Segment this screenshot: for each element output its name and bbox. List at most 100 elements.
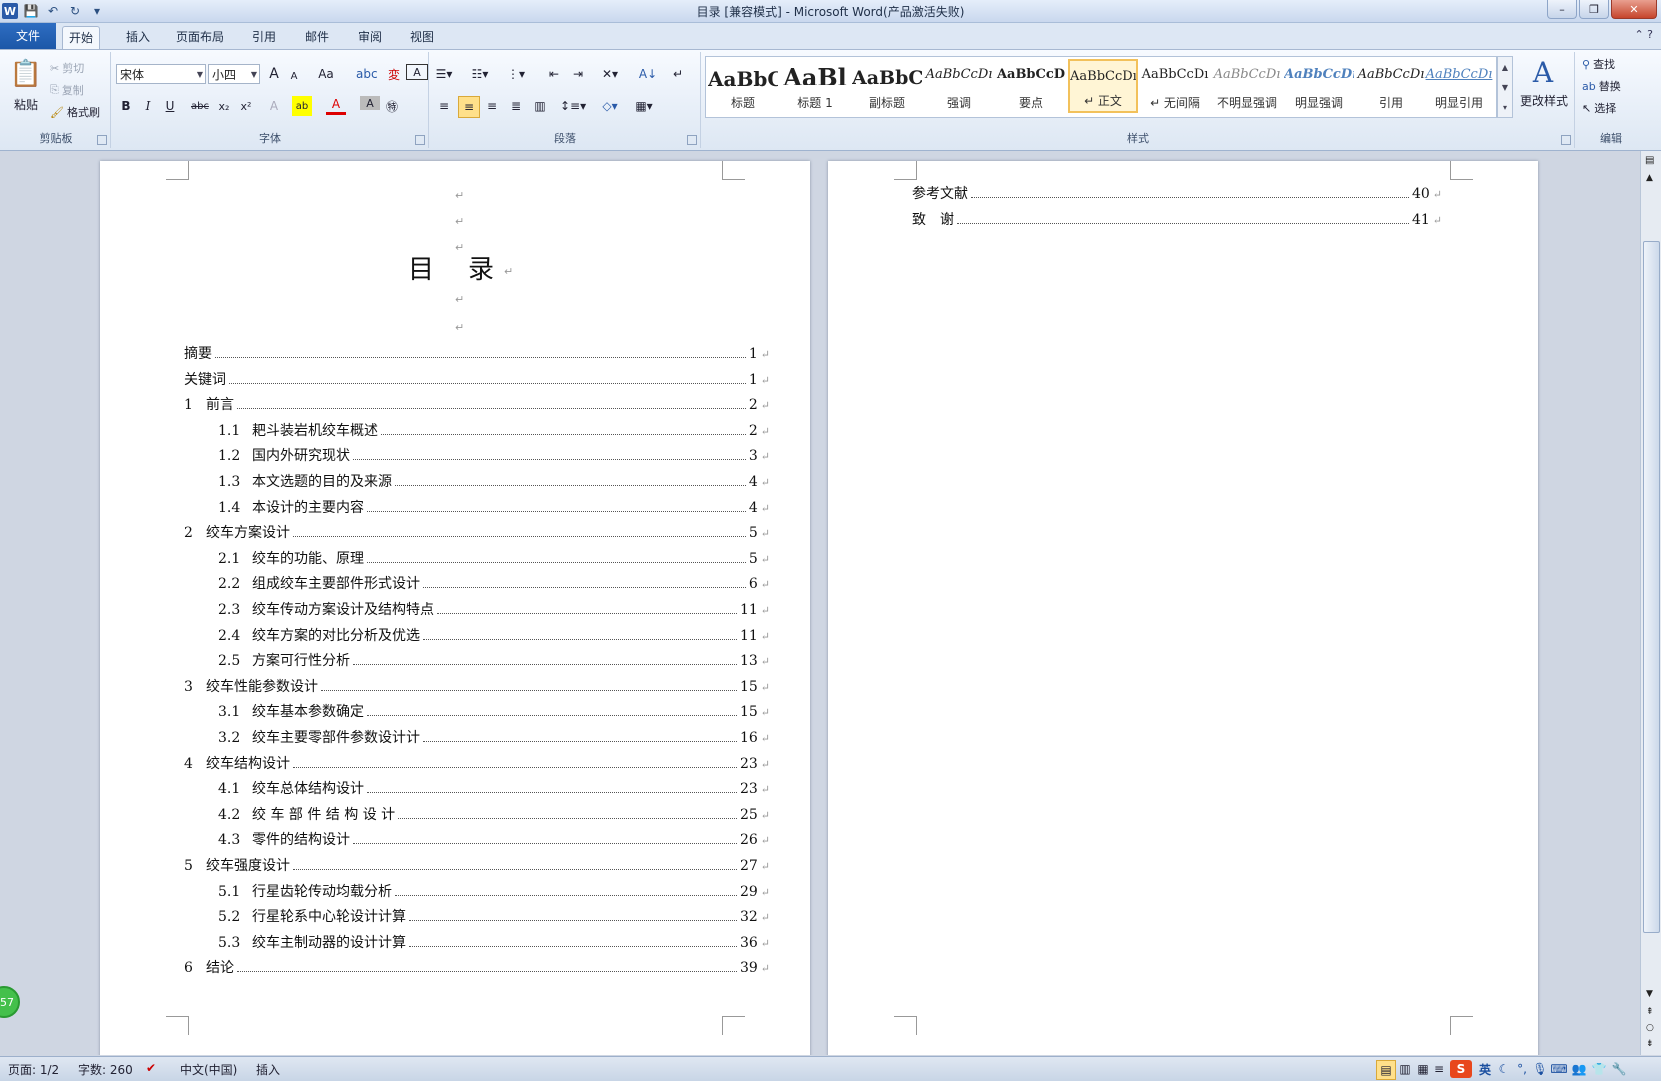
align-center-icon[interactable]: ≡	[458, 96, 480, 118]
style-quote[interactable]: AaBbCcDı 引用	[1356, 59, 1426, 113]
change-case-button[interactable]: Aa	[316, 64, 336, 84]
replace-button[interactable]: ab 替换	[1582, 76, 1621, 96]
paste-button[interactable]: 粘贴	[6, 94, 46, 114]
align-left-icon[interactable]: ≡	[434, 96, 454, 116]
shading-icon[interactable]: ◇▾	[600, 96, 620, 116]
distributed-icon[interactable]: ▥	[530, 96, 550, 116]
font-launcher-icon[interactable]	[415, 135, 425, 145]
word-count[interactable]: 字数: 260	[78, 1061, 133, 1078]
toc-entry[interactable]: 1.3 本文选题的目的及来源 4 ↵	[218, 471, 770, 493]
bold-button[interactable]: B	[116, 96, 136, 116]
tab-file[interactable]: 文件	[0, 23, 56, 49]
paragraph-launcher-icon[interactable]	[687, 135, 697, 145]
shirt-icon[interactable]: 👕	[1590, 1060, 1608, 1078]
toc-entry[interactable]: 2.2 组成绞车主要部件形式设计 6 ↵	[218, 573, 770, 595]
toc-entry[interactable]: 1.2 国内外研究现状 3 ↵	[218, 445, 770, 467]
ruler-toggle-icon[interactable]: ▤	[1645, 155, 1654, 166]
style-emphasis[interactable]: AaBbCcDı 强调	[924, 59, 994, 113]
enclose-char-icon[interactable]: ㊕	[382, 96, 402, 116]
toc-entry[interactable]: 5.1 行星齿轮传动均载分析 29 ↵	[218, 881, 770, 903]
keyboard-icon[interactable]: ⌨	[1550, 1060, 1568, 1078]
toc-entry[interactable]: 5 绞车强度设计 27 ↵	[184, 855, 770, 877]
font-color-icon[interactable]: A	[326, 96, 346, 115]
chinese-layout-icon[interactable]: ✕▾	[600, 64, 620, 84]
tab-mailings[interactable]: 邮件	[299, 26, 335, 48]
scroll-thumb[interactable]	[1643, 241, 1660, 933]
toc-entry[interactable]: 5.2 行星轮系中心轮设计计算 32 ↵	[218, 906, 770, 928]
gallery-more-icon[interactable]: ▾	[1503, 103, 1507, 112]
style-strong[interactable]: AaBbCcD 要点	[996, 59, 1066, 113]
phonetic-icon[interactable]: abc	[356, 64, 378, 84]
reading-layout-icon[interactable]: ▥	[1396, 1060, 1414, 1078]
style-subtle-emphasis[interactable]: AaBbCcDı 不明显强调	[1212, 59, 1282, 113]
toc-entry[interactable]: 5.3 绞车主制动器的设计计算 36 ↵	[218, 932, 770, 954]
proofing-icon[interactable]: ✔	[146, 1061, 156, 1075]
toc-entry[interactable]: 6 结论 39 ↵	[184, 957, 770, 979]
language-indicator[interactable]: 中文(中国)	[180, 1061, 237, 1078]
toc-entry[interactable]: 3.1 绞车基本参数确定 15 ↵	[218, 701, 770, 723]
cut-button[interactable]: ✂ 剪切	[50, 58, 84, 78]
numbering-icon[interactable]: ☷▾	[470, 64, 490, 84]
toc-entry[interactable]: 关键词 1 ↵	[184, 369, 770, 391]
toc-entry[interactable]: 2.1 绞车的功能、原理 5 ↵	[218, 548, 770, 570]
wrench-icon[interactable]: 🔧	[1610, 1060, 1628, 1078]
line-spacing-icon[interactable]: ↕≡▾	[560, 96, 586, 116]
shrink-font-button[interactable]: A	[284, 66, 304, 86]
styles-launcher-icon[interactable]	[1561, 135, 1571, 145]
copy-button[interactable]: ⎘ 复制	[50, 80, 84, 100]
minimize-button[interactable]: –	[1547, 0, 1577, 19]
style-intense-emphasis[interactable]: AaBbCcDı 明显强调	[1284, 59, 1354, 113]
punctuation-icon[interactable]: °,	[1514, 1060, 1530, 1078]
char-border-icon[interactable]: A	[406, 64, 428, 80]
style-subtitle[interactable]: AaBbC(副标题	[852, 59, 922, 113]
moon-icon[interactable]: ☾	[1496, 1060, 1512, 1078]
tab-view[interactable]: 视图	[404, 26, 440, 48]
style-no-spacing[interactable]: AaBbCcDı ↵ 无间隔	[1140, 59, 1210, 113]
increase-indent-icon[interactable]: ⇥	[568, 64, 588, 84]
style-heading-1[interactable]: AaBl 标题 1	[780, 59, 850, 113]
strikethrough-button[interactable]: abc	[190, 96, 210, 116]
toc-entry[interactable]: 3 绞车性能参数设计 15 ↵	[184, 676, 770, 698]
scroll-down-icon[interactable]: ▼	[1502, 83, 1508, 92]
sogou-ime-icon[interactable]: S	[1450, 1060, 1472, 1078]
scroll-up-icon[interactable]: ▲	[1502, 63, 1508, 72]
text-effects-icon[interactable]: A	[264, 96, 284, 116]
subscript-button[interactable]: x₂	[214, 96, 234, 116]
user-icon[interactable]: 👥	[1570, 1060, 1588, 1078]
show-marks-icon[interactable]: ↵	[668, 64, 688, 84]
microphone-icon[interactable]: 🎙	[1532, 1060, 1548, 1078]
page-count[interactable]: 页面: 1/2	[8, 1061, 59, 1078]
align-right-icon[interactable]: ≡	[482, 96, 502, 116]
insert-mode[interactable]: 插入	[256, 1061, 280, 1078]
restore-button[interactable]: ❐	[1579, 0, 1609, 19]
toc-entry[interactable]: 参考文献 40 ↵	[912, 183, 1442, 205]
select-button[interactable]: ↖ 选择	[1582, 98, 1616, 118]
toc-entry[interactable]: 4.3 零件的结构设计 26 ↵	[218, 829, 770, 851]
next-page-icon[interactable]: ⇟	[1646, 1039, 1654, 1049]
vertical-scrollbar[interactable]: ▤ ▲ ▼ ⇞ ○ ⇟	[1640, 151, 1661, 1055]
tab-home[interactable]: 开始	[62, 26, 101, 49]
paste-icon[interactable]: 📋	[8, 56, 44, 92]
decrease-indent-icon[interactable]: ⇤	[544, 64, 564, 84]
browse-object-icon[interactable]: ○	[1646, 1023, 1654, 1033]
justify-icon[interactable]: ≣	[506, 96, 526, 116]
toc-entry[interactable]: 1.4 本设计的主要内容 4 ↵	[218, 497, 770, 519]
style-intense-quote[interactable]: AaBbCcDı 明显引用	[1424, 59, 1494, 113]
toc-entry[interactable]: 4 绞车结构设计 23 ↵	[184, 753, 770, 775]
borders-icon[interactable]: ▦▾	[634, 96, 654, 116]
style-normal[interactable]: AaBbCcDı ↵ 正文	[1068, 59, 1138, 113]
toc-entry[interactable]: 1.1 耙斗装岩机绞车概述 2 ↵	[218, 420, 770, 442]
tab-review[interactable]: 审阅	[352, 26, 388, 48]
char-shading-icon[interactable]: A	[360, 96, 380, 110]
ime-mode[interactable]: 英	[1476, 1060, 1494, 1078]
multilevel-list-icon[interactable]: ⋮▾	[506, 64, 526, 84]
scroll-down-icon[interactable]: ▼	[1646, 989, 1653, 999]
toc-entry[interactable]: 4.1 绞车总体结构设计 23 ↵	[218, 778, 770, 800]
italic-button[interactable]: I	[138, 96, 158, 116]
change-styles-button[interactable]: 更改样式	[1516, 90, 1572, 110]
toc-entry[interactable]: 2 绞车方案设计 5 ↵	[184, 522, 770, 544]
wen-icon[interactable]: 変	[384, 64, 404, 84]
floating-badge[interactable]: 57	[0, 986, 20, 1018]
print-layout-icon[interactable]: ▤	[1376, 1060, 1396, 1080]
toc-entry[interactable]: 2.5 方案可行性分析 13 ↵	[218, 650, 770, 672]
